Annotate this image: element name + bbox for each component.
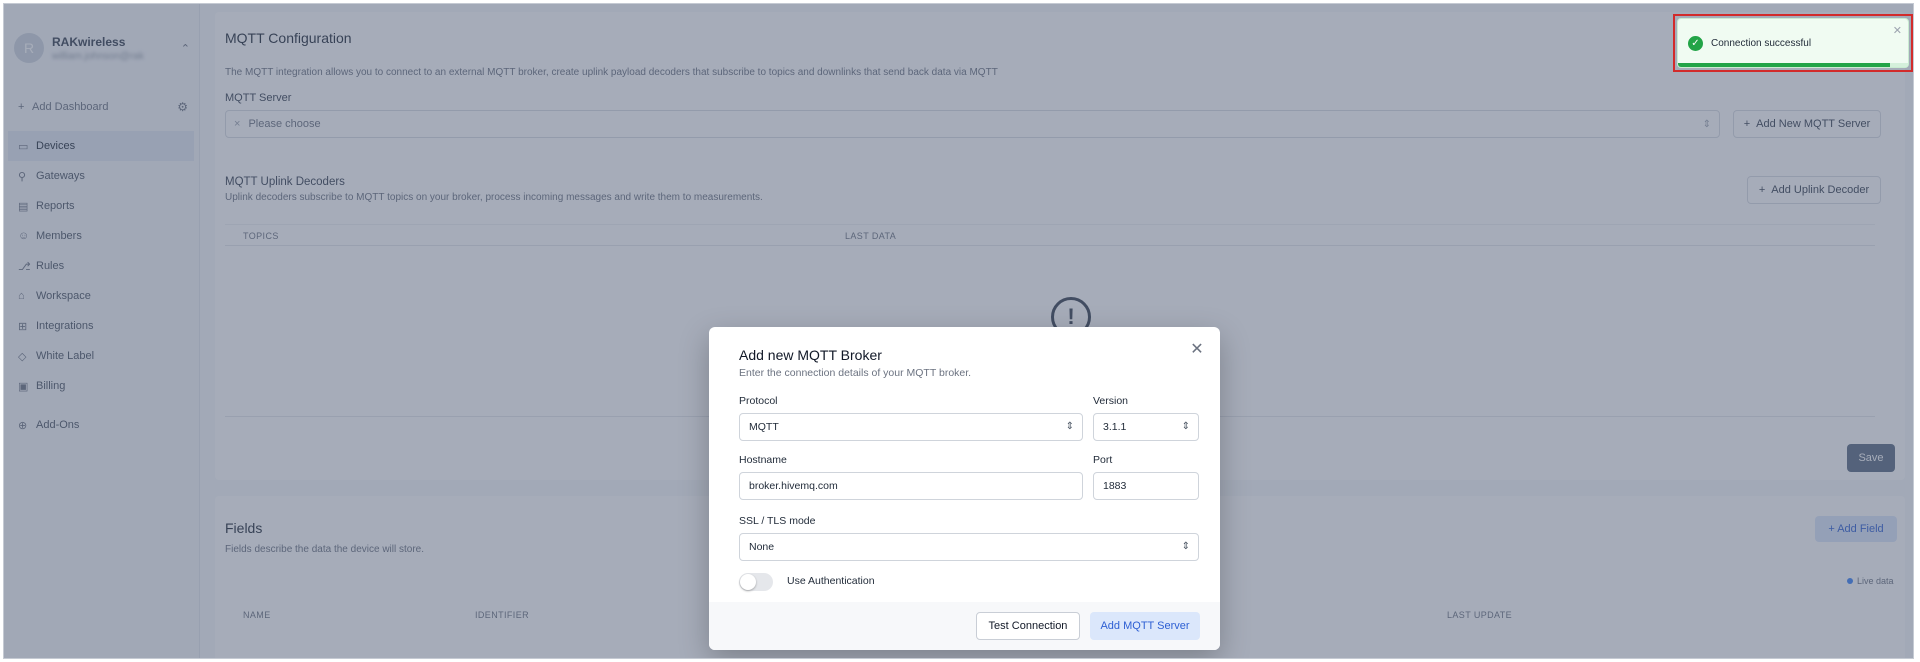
dialog-title: Add new MQTT Broker — [739, 347, 882, 363]
toast-progress-fill — [1678, 63, 1890, 67]
hostname-value: broker.hivemq.com — [749, 480, 838, 492]
close-icon[interactable]: ✕ — [1893, 24, 1902, 37]
toast-progress — [1678, 63, 1908, 67]
port-label: Port — [1093, 454, 1113, 466]
app-window: R RAKwireless william.johnson@rak ⌃ + Ad… — [3, 3, 1914, 659]
port-value: 1883 — [1103, 480, 1127, 492]
check-circle-icon: ✓ — [1688, 36, 1703, 51]
use-authentication-label: Use Authentication — [787, 575, 875, 587]
hostname-input[interactable]: broker.hivemq.com — [739, 472, 1083, 500]
dialog-subtitle: Enter the connection details of your MQT… — [739, 367, 972, 379]
hostname-label: Hostname — [739, 454, 787, 466]
test-connection-button[interactable]: Test Connection — [976, 612, 1080, 640]
close-icon[interactable]: ✕ — [1188, 340, 1206, 358]
version-value: 3.1.1 — [1103, 421, 1127, 433]
use-authentication-toggle[interactable] — [739, 573, 773, 591]
version-select[interactable]: 3.1.1 ⇕ — [1093, 413, 1199, 441]
protocol-value: MQTT — [749, 421, 779, 433]
port-input[interactable]: 1883 — [1093, 472, 1199, 500]
success-toast: ✓ Connection successful ✕ — [1677, 18, 1909, 68]
protocol-select[interactable]: MQTT ⇕ — [739, 413, 1083, 441]
add-mqtt-broker-dialog: Add new MQTT Broker Enter the connection… — [709, 327, 1220, 650]
chevron-updown-icon: ⇕ — [1065, 421, 1074, 432]
toggle-knob — [740, 574, 756, 590]
version-label: Version — [1093, 395, 1129, 407]
ssl-label: SSL / TLS mode — [739, 515, 816, 527]
toast-message: Connection successful — [1711, 38, 1812, 49]
protocol-label: Protocol — [739, 395, 778, 407]
ssl-mode-value: None — [749, 541, 775, 553]
chevron-updown-icon: ⇕ — [1181, 421, 1190, 432]
chevron-updown-icon: ⇕ — [1181, 541, 1190, 552]
add-mqtt-server-submit-button[interactable]: Add MQTT Server — [1090, 612, 1200, 640]
ssl-mode-select[interactable]: None ⇕ — [739, 533, 1199, 561]
